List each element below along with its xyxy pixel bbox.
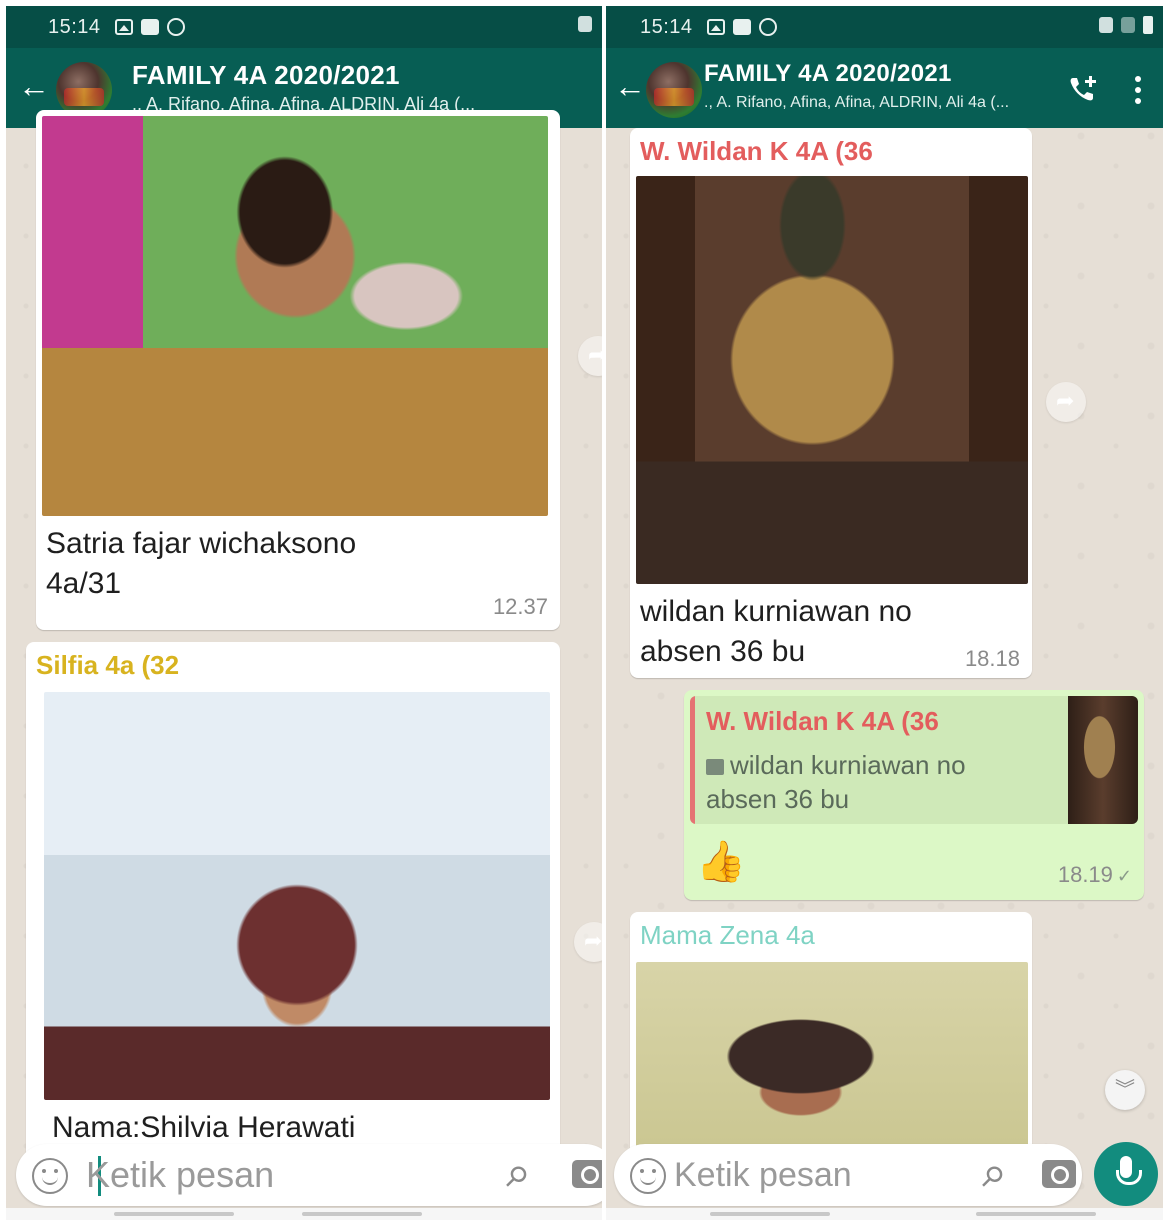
chat-title[interactable]: FAMILY 4A 2020/2021 bbox=[132, 60, 400, 91]
quoted-thumbnail bbox=[1068, 696, 1138, 824]
quoted-message[interactable]: W. Wildan K 4A (36 wildan kurniawan no a… bbox=[690, 696, 1138, 824]
image-message[interactable]: W. Wildan K 4A (36 wildan kurniawan no a… bbox=[630, 128, 1032, 678]
status-bar: 15:14 bbox=[6, 6, 602, 48]
mic-icon[interactable] bbox=[1094, 1142, 1158, 1206]
arrow-left-icon[interactable]: ← bbox=[18, 70, 50, 102]
message-time: 18.19 ✓ bbox=[1058, 862, 1132, 888]
gallery-notification-icon bbox=[114, 19, 133, 35]
more-vert-icon[interactable] bbox=[1135, 76, 1143, 104]
message-sender[interactable]: Mama Zena 4a bbox=[640, 920, 815, 951]
quoted-line: absen 36 bu bbox=[706, 784, 850, 814]
quoted-line: wildan kurniawan no bbox=[730, 750, 966, 780]
chat-header: ← FAMILY 4A 2020/2021 ., A. Rifano, Afin… bbox=[606, 48, 1163, 128]
status-time: 15:14 bbox=[48, 15, 101, 38]
message-caption: wildan kurniawan no absen 36 bu bbox=[640, 592, 912, 672]
message-sender[interactable]: W. Wildan K 4A (36 bbox=[640, 136, 873, 167]
reply-message[interactable]: W. Wildan K 4A (36 wildan kurniawan no a… bbox=[684, 690, 1144, 900]
gallery-notification-icon bbox=[706, 19, 725, 35]
message-time: 18.18 bbox=[964, 646, 1020, 671]
system-nav-bar bbox=[606, 1208, 1163, 1220]
paperclip-icon[interactable]: ⚲ bbox=[973, 1158, 1011, 1196]
caption-line: Satria fajar wichaksono bbox=[46, 527, 357, 560]
status-bar: 15:14 bbox=[606, 6, 1163, 48]
message-time-value: 18.19 bbox=[1057, 862, 1113, 887]
chat-screen-right: 15:14 ← FAMILY 4A 2020/2021 ., A. Rifano… bbox=[606, 6, 1163, 1220]
message-photo[interactable] bbox=[44, 692, 550, 1100]
chat-participants[interactable]: ., A. Rifano, Afina, Afina, ALDRIN, Ali … bbox=[704, 94, 1009, 112]
message-input[interactable] bbox=[674, 1152, 964, 1198]
sent-tick-icon: ✓ bbox=[1116, 866, 1132, 886]
group-avatar[interactable] bbox=[646, 62, 702, 118]
chat-title[interactable]: FAMILY 4A 2020/2021 bbox=[704, 60, 952, 88]
camera-notification-icon bbox=[166, 18, 185, 36]
camera-notification-icon bbox=[758, 18, 777, 36]
nav-indicator bbox=[302, 1212, 422, 1216]
system-nav-bar bbox=[6, 1208, 602, 1220]
forward-icon[interactable] bbox=[1046, 382, 1086, 422]
message-sender[interactable]: Silfia 4a (32 bbox=[36, 650, 179, 681]
alarm-icon bbox=[1099, 17, 1113, 33]
status-time: 15:14 bbox=[640, 15, 693, 38]
message-time: 12.37 bbox=[492, 594, 548, 619]
emoji-icon[interactable] bbox=[630, 1158, 666, 1194]
thumbs-up-emoji: 👍 bbox=[696, 840, 746, 884]
battery-icon bbox=[1143, 16, 1153, 34]
nav-indicator bbox=[114, 1212, 234, 1216]
image-message[interactable]: Mama Zena 4a bbox=[630, 912, 1032, 1172]
camera-icon[interactable] bbox=[572, 1160, 602, 1188]
photo-icon bbox=[706, 759, 724, 775]
quoted-sender: W. Wildan K 4A (36 bbox=[706, 706, 939, 736]
mail-notification-icon bbox=[732, 19, 751, 35]
caption-line: absen 36 bu bbox=[640, 635, 806, 668]
message-input-bar: ⚲ bbox=[614, 1144, 1082, 1206]
arrow-left-icon[interactable]: ← bbox=[614, 70, 646, 102]
message-photo[interactable] bbox=[42, 116, 548, 516]
quoted-text: wildan kurniawan no absen 36 bu bbox=[706, 748, 1006, 816]
mail-notification-icon bbox=[140, 19, 159, 35]
camera-icon[interactable] bbox=[1042, 1160, 1076, 1188]
chat-screen-left: 15:14 ← FAMILY 4A 2020/2021 ., A. Rifano… bbox=[6, 6, 602, 1220]
paperclip-icon[interactable]: ⚲ bbox=[497, 1158, 535, 1196]
caption-line: 4a/31 bbox=[46, 567, 122, 600]
message-input[interactable] bbox=[86, 1152, 466, 1198]
image-message[interactable]: Silfia 4a (32 Nama:Shilvia Herawati bbox=[26, 642, 560, 1162]
message-caption: Nama:Shilvia Herawati bbox=[52, 1111, 356, 1144]
emoji-icon[interactable] bbox=[32, 1158, 68, 1194]
message-caption: Satria fajar wichaksono 4a/31 bbox=[46, 524, 356, 604]
add-call-icon[interactable] bbox=[1067, 74, 1099, 104]
signal-icon bbox=[1121, 17, 1135, 33]
nav-indicator bbox=[976, 1212, 1096, 1216]
caption-line: wildan kurniawan no bbox=[640, 595, 912, 628]
nav-indicator bbox=[710, 1212, 830, 1216]
alarm-icon bbox=[578, 16, 592, 32]
message-input-bar: ⚲ bbox=[16, 1144, 602, 1206]
message-photo[interactable] bbox=[636, 176, 1028, 584]
double-chevron-down-icon[interactable]: ︾ bbox=[1105, 1070, 1145, 1110]
image-message[interactable]: Satria fajar wichaksono 4a/31 12.37 bbox=[36, 110, 560, 630]
message-photo[interactable] bbox=[636, 962, 1028, 1172]
